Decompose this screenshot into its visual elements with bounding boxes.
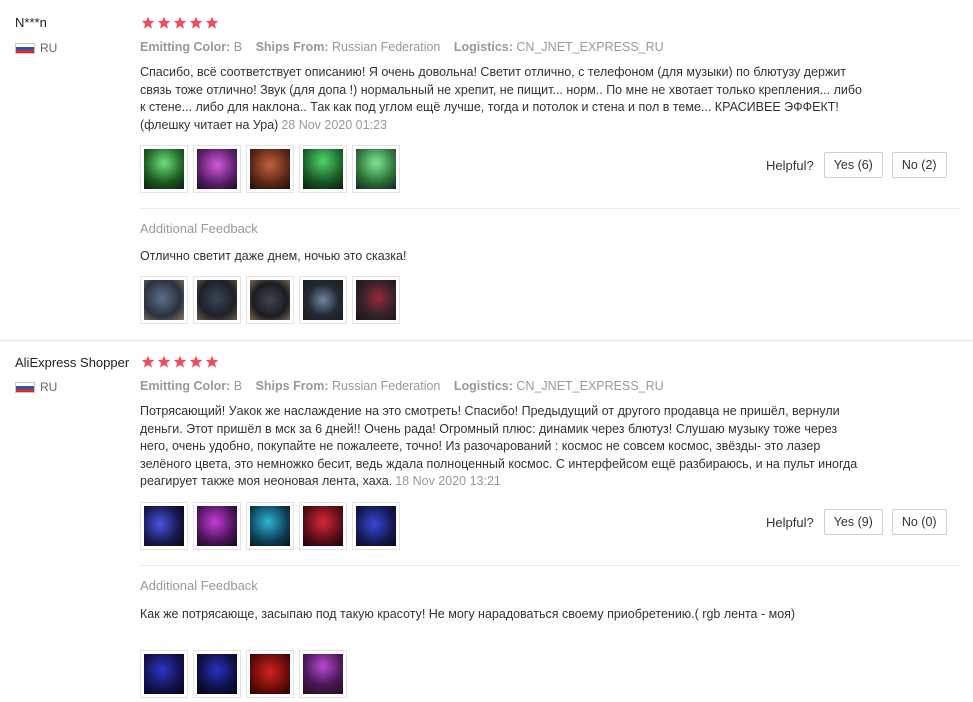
review-photo[interactable] (246, 502, 294, 550)
emitting-color-value: B (233, 40, 243, 54)
review-date: 18 Nov 2020 13:21 (395, 474, 501, 488)
product-meta: Emitting Color: B Ships From: Russian Fe… (140, 40, 674, 54)
divider (140, 208, 960, 209)
emitting-color-value: B (233, 379, 243, 393)
helpful-yes-button[interactable]: Yes (9) (823, 509, 883, 535)
helpful-no-button[interactable]: No (2) (891, 152, 947, 178)
review-text: Спасибо, всё соответствует описанию! Я о… (140, 64, 865, 134)
helpful-label: Helpful? (766, 157, 814, 173)
review-photo[interactable] (193, 145, 241, 193)
star-icon (173, 355, 187, 368)
star-icon (141, 355, 155, 368)
country-code: RU (40, 41, 58, 55)
star-rating (141, 355, 219, 369)
reviewer-country: RU (15, 380, 57, 394)
russia-flag-icon (15, 381, 35, 393)
review-photo[interactable] (140, 502, 188, 550)
star-icon (141, 16, 155, 29)
review-photo[interactable] (299, 650, 347, 698)
helpful-votes: Helpful? Yes (9) No (0) (766, 509, 956, 535)
logistics-value: CN_JNET_EXPRESS_RU (516, 379, 664, 393)
ships-from-label: Ships From: (255, 379, 329, 393)
review-photo[interactable] (352, 502, 400, 550)
review-photos (140, 145, 400, 193)
logistics-label: Logistics: (453, 379, 513, 393)
additional-feedback-title: Additional Feedback (140, 221, 258, 236)
helpful-label: Helpful? (766, 514, 814, 530)
review-photo[interactable] (246, 145, 294, 193)
reviewer-country: RU (15, 41, 57, 55)
review-photo[interactable] (299, 502, 347, 550)
emitting-color-label: Emitting Color: (140, 40, 231, 54)
ships-from-label: Ships From: (255, 40, 329, 54)
additional-photos (140, 276, 400, 324)
star-icon (189, 355, 203, 368)
emitting-color-label: Emitting Color: (140, 379, 231, 393)
star-icon (189, 16, 203, 29)
product-meta: Emitting Color: B Ships From: Russian Fe… (140, 379, 674, 393)
review-date: 28 Nov 2020 01:23 (281, 117, 387, 132)
star-rating (141, 16, 219, 30)
additional-photos (140, 650, 347, 698)
review-photo[interactable] (140, 650, 188, 698)
russia-flag-icon (15, 42, 35, 54)
ships-from-value: Russian Federation (331, 379, 441, 393)
review-photo[interactable] (193, 276, 241, 324)
review-photo[interactable] (140, 276, 188, 324)
reviewer-name: AliExpress Shopper (15, 355, 130, 370)
helpful-yes-button[interactable]: Yes (6) (823, 152, 883, 178)
helpful-no-button[interactable]: No (0) (891, 509, 947, 535)
country-code: RU (40, 380, 58, 394)
review-text: Потрясающий! Уакок же наслаждение на это… (140, 403, 865, 491)
review-photo[interactable] (299, 276, 347, 324)
star-icon (205, 16, 219, 29)
review-photo[interactable] (352, 276, 400, 324)
additional-feedback-text: Как же потрясающе, засыпаю под такую кра… (140, 607, 796, 621)
helpful-votes: Helpful? Yes (6) No (2) (766, 152, 956, 178)
logistics-value: CN_JNET_EXPRESS_RU (516, 40, 664, 54)
review-photos (140, 502, 400, 550)
star-icon (157, 355, 171, 368)
logistics-label: Logistics: (453, 40, 513, 54)
divider (140, 565, 960, 566)
ships-from-value: Russian Federation (331, 40, 441, 54)
review-photo[interactable] (246, 276, 294, 324)
star-icon (157, 16, 171, 29)
review-photo[interactable] (140, 145, 188, 193)
review-photo[interactable] (193, 502, 241, 550)
star-icon (205, 355, 219, 368)
additional-feedback-title: Additional Feedback (140, 578, 258, 593)
review-photo[interactable] (246, 650, 294, 698)
review-photo[interactable] (352, 145, 400, 193)
review-photo[interactable] (193, 650, 241, 698)
review-body: Спасибо, всё соответствует описанию! Я о… (140, 65, 862, 132)
additional-feedback-text: Отлично светит даже днем, ночью это сказ… (140, 249, 407, 263)
review-photo[interactable] (299, 145, 347, 193)
review-separator (0, 340, 973, 341)
reviewer-name: N***n (15, 15, 47, 30)
star-icon (173, 16, 187, 29)
